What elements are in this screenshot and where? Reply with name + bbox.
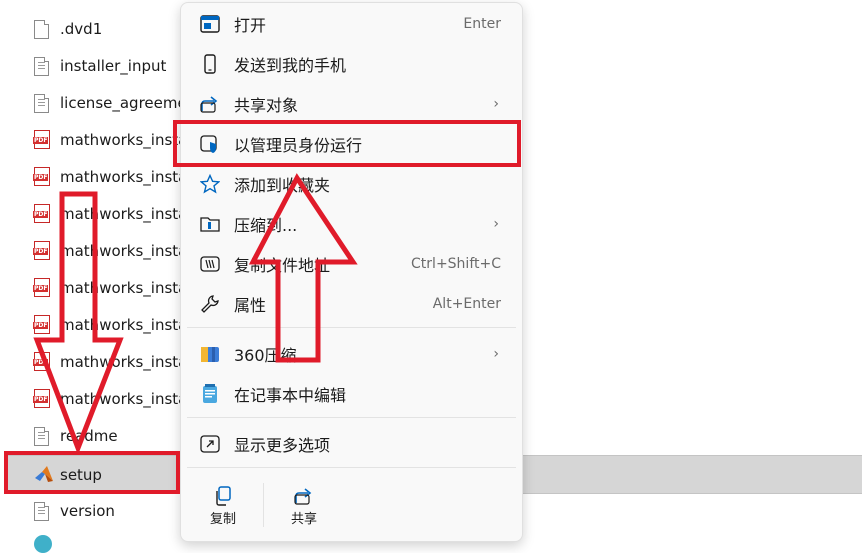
chevron-right-icon: ›: [493, 216, 499, 232]
file-name: mathworks_insta: [60, 167, 188, 186]
360-zip-icon: [199, 343, 221, 365]
pdf-icon: PDF: [33, 166, 52, 187]
text-doc-icon: [34, 501, 52, 521]
pdf-icon: PDF: [33, 277, 52, 298]
star-icon: [199, 173, 221, 195]
pdf-icon: PDF: [33, 129, 52, 150]
more-options-icon: [199, 433, 221, 455]
file-name: readme: [60, 426, 118, 445]
pdf-icon: PDF: [33, 203, 52, 224]
file-name: mathworks_insta: [60, 130, 188, 149]
file-name: mathworks_insta: [60, 352, 188, 371]
menu-separator: [187, 417, 516, 418]
menu-item-share-to[interactable]: 共享对象 ›: [186, 86, 517, 122]
menu-item-360-compress[interactable]: 360压缩 ›: [186, 336, 517, 372]
phone-icon: [199, 53, 221, 75]
menu-item-copy-path[interactable]: 复制文件地址 Ctrl+Shift+C: [186, 246, 517, 282]
chevron-right-icon: ›: [493, 346, 499, 362]
pdf-icon: PDF: [33, 240, 52, 261]
menu-item-properties[interactable]: 属性 Alt+Enter: [186, 286, 517, 322]
text-doc-icon: [34, 426, 52, 446]
file-name: installer_input: [60, 56, 167, 75]
file-name: mathworks_insta: [60, 389, 188, 408]
context-menu: 打开 Enter 发送到我的手机 共享对象 › 以管理员身份运行 添加到收藏夹 …: [180, 2, 523, 542]
file-name: .dvd1: [60, 19, 103, 38]
notepad-icon: [199, 383, 221, 405]
menu-separator: [187, 467, 516, 468]
copy-button[interactable]: 复制: [193, 475, 253, 535]
menu-separator: [187, 327, 516, 328]
pdf-icon: PDF: [33, 351, 52, 372]
file-name: mathworks_insta: [60, 241, 188, 260]
share-icon: [294, 484, 314, 508]
text-doc-icon: [34, 93, 52, 113]
doc-icon: [34, 19, 52, 39]
wrench-icon: [199, 293, 221, 315]
share-icon: [199, 93, 221, 115]
menu-item-edit-notepad[interactable]: 在记事本中编辑: [186, 376, 517, 412]
partial-app-icon: [34, 535, 52, 553]
menu-item-add-favorites[interactable]: 添加到收藏夹: [186, 166, 517, 202]
share-button[interactable]: 共享: [274, 475, 334, 535]
annotation-box-setup: [4, 451, 180, 494]
open-window-icon: [199, 13, 221, 35]
file-name: mathworks_insta: [60, 315, 188, 334]
annotation-box-run-as-admin: [173, 120, 521, 167]
menu-item-compress-to[interactable]: 压缩到... ›: [186, 206, 517, 242]
menu-item-more-options[interactable]: 显示更多选项: [186, 426, 517, 462]
pdf-icon: PDF: [33, 388, 52, 409]
chevron-right-icon: ›: [493, 96, 499, 112]
file-name: mathworks_insta: [60, 204, 188, 223]
file-name: license_agreeme: [60, 93, 187, 112]
file-name: version: [60, 501, 115, 520]
menu-item-send-to-phone[interactable]: 发送到我的手机: [186, 46, 517, 82]
copy-path-icon: [199, 253, 221, 275]
menu-item-open[interactable]: 打开 Enter: [186, 6, 517, 42]
copy-icon: [214, 484, 232, 508]
zip-folder-icon: [199, 213, 221, 235]
pdf-icon: PDF: [33, 314, 52, 335]
file-name: mathworks_insta: [60, 278, 188, 297]
text-doc-icon: [34, 56, 52, 76]
vertical-separator: [263, 483, 264, 527]
